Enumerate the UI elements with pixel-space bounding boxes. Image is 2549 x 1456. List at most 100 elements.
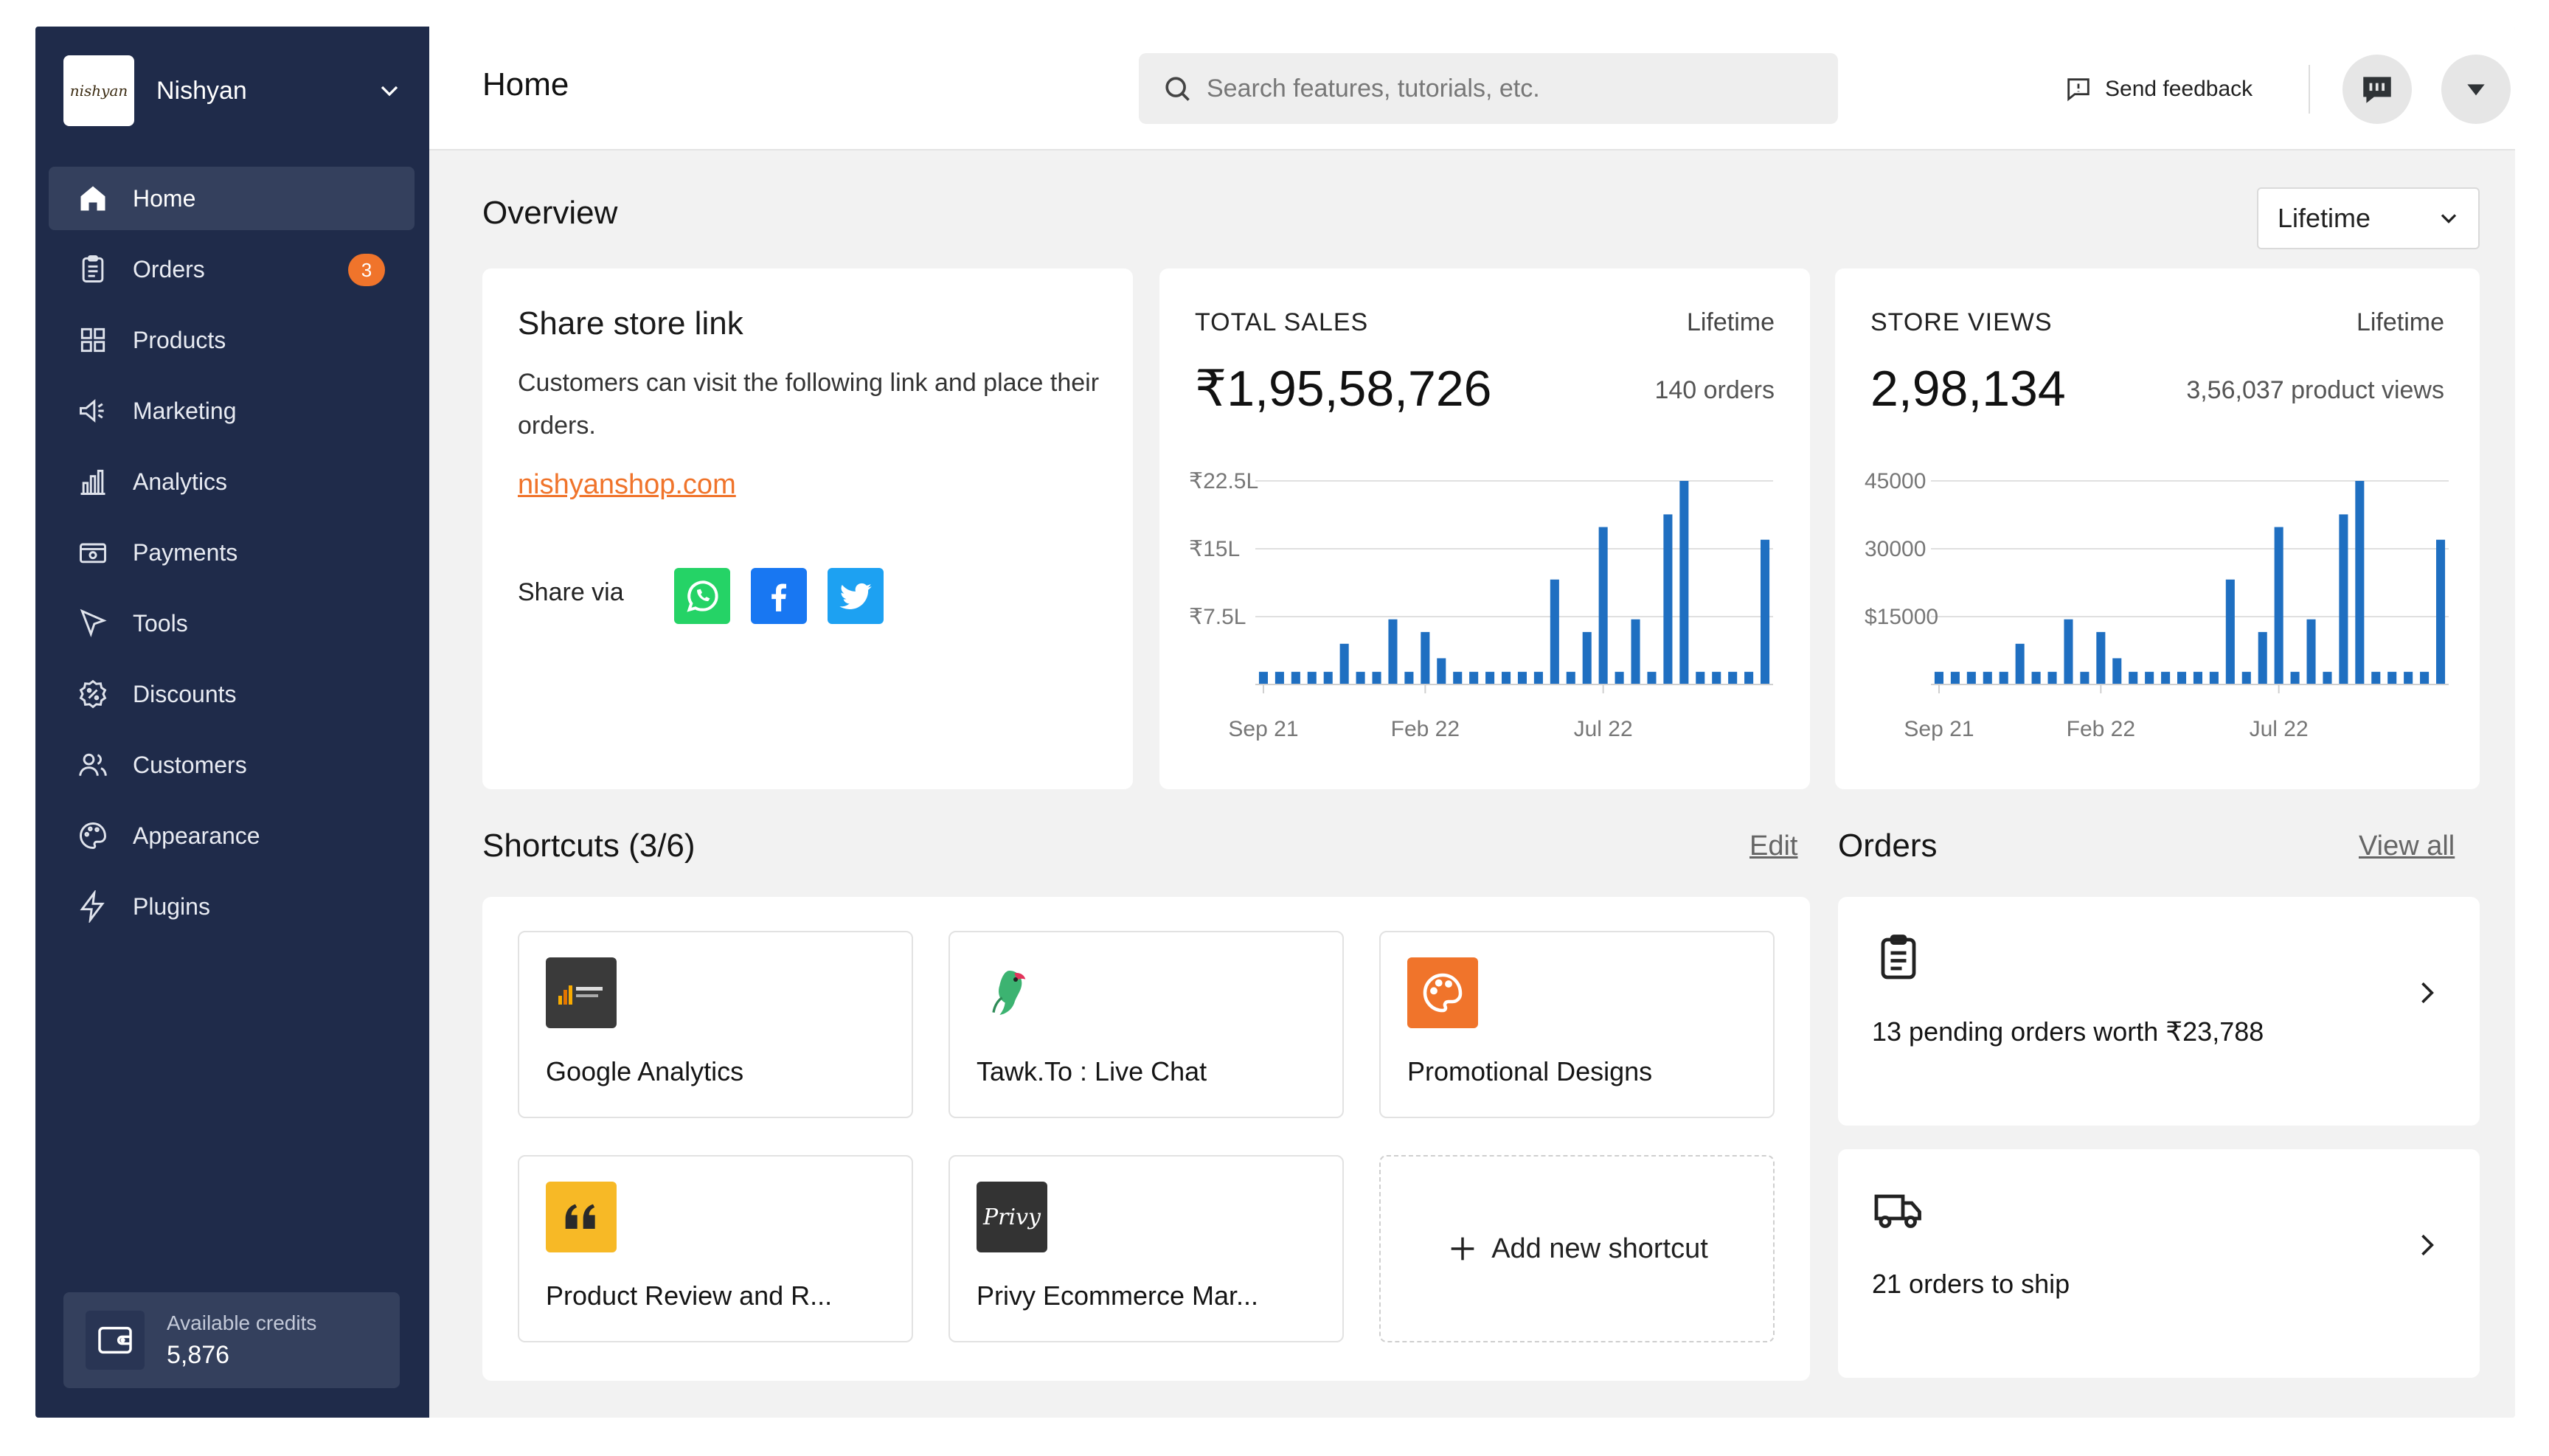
bar bbox=[2306, 619, 2316, 684]
y-tick-label: 45000 bbox=[1865, 469, 1926, 493]
available-credits[interactable]: Available credits 5,876 bbox=[63, 1292, 400, 1388]
sidebar-item-label: Discounts bbox=[133, 680, 237, 707]
chevron-right-icon bbox=[2421, 1234, 2434, 1256]
clipboard-icon bbox=[1881, 935, 1916, 980]
bar bbox=[2129, 671, 2138, 684]
sidebar-item-plugins[interactable]: Plugins bbox=[49, 875, 415, 938]
sidebar-item-tools[interactable]: Tools bbox=[49, 592, 415, 655]
edit-shortcuts-link[interactable]: Edit bbox=[1749, 831, 1797, 862]
bar bbox=[1728, 671, 1738, 684]
store-link[interactable]: nishyanshop.com bbox=[518, 469, 736, 501]
whatsapp-icon bbox=[687, 580, 718, 612]
bar bbox=[2193, 671, 2203, 684]
bar bbox=[1550, 579, 1559, 684]
share-store-card: Share store link Customers can visit the… bbox=[482, 268, 1133, 789]
bar bbox=[2355, 481, 2365, 684]
palette-icon bbox=[1407, 957, 1478, 1028]
whatsapp-share-button[interactable] bbox=[674, 568, 730, 624]
orders-to-ship-card[interactable]: 21 orders to ship bbox=[1838, 1149, 2480, 1378]
bar bbox=[1966, 671, 1976, 684]
facebook-share-button[interactable] bbox=[751, 568, 807, 624]
sidebar: nishyan Nishyan Home Orders 3 Products M… bbox=[35, 27, 429, 1418]
bar bbox=[2371, 671, 2381, 684]
send-feedback-label: Send feedback bbox=[2105, 77, 2253, 101]
bar bbox=[1437, 658, 1446, 684]
sidebar-item-label: Customers bbox=[133, 751, 247, 778]
bar bbox=[1999, 671, 2008, 684]
bottom-fade bbox=[429, 1381, 2515, 1418]
x-tick-label: Feb 22 bbox=[2067, 717, 2135, 741]
add-new-shortcut-button[interactable]: Add new shortcut bbox=[1379, 1155, 1775, 1342]
add-new-shortcut-label: Add new shortcut bbox=[1491, 1233, 1708, 1264]
shortcut-product-review[interactable]: Product Review and R... bbox=[518, 1155, 913, 1342]
bar bbox=[2339, 514, 2348, 684]
bar bbox=[2031, 671, 2041, 684]
bar bbox=[1258, 671, 1269, 684]
bar bbox=[2112, 658, 2122, 684]
share-via-label: Share via bbox=[518, 578, 624, 606]
sidebar-item-label: Marketing bbox=[133, 397, 237, 424]
twitter-share-button[interactable] bbox=[828, 568, 884, 624]
period-select-value: Lifetime bbox=[2278, 203, 2371, 233]
sidebar-nav: Home Orders 3 Products Marketing Analyti… bbox=[49, 167, 415, 946]
period-select[interactable]: Lifetime bbox=[2257, 187, 2480, 249]
store-logo: nishyan bbox=[63, 55, 134, 126]
orders-count-badge: 3 bbox=[348, 254, 385, 286]
account-menu-button[interactable] bbox=[2441, 55, 2511, 124]
shortcut-privy[interactable]: Privy Privy Ecommerce Mar... bbox=[948, 1155, 1344, 1342]
bar bbox=[2096, 631, 2106, 684]
x-tick-label: Feb 22 bbox=[1391, 717, 1460, 741]
total-sales-chart: ₹22.5L ₹15L ₹7.5L Sep 21 Feb 22 Jul 22 bbox=[1189, 469, 1773, 741]
bar bbox=[1647, 671, 1657, 684]
sidebar-item-label: Appearance bbox=[133, 822, 260, 849]
search-box[interactable] bbox=[1139, 53, 1838, 124]
pending-orders-card[interactable]: 13 pending orders worth ₹23,788 bbox=[1838, 897, 2480, 1126]
sidebar-item-customers[interactable]: Customers bbox=[49, 733, 415, 797]
store-views-label: STORE VIEWS bbox=[1870, 308, 2053, 336]
shortcuts-panel: Google Analytics Tawk.To : Live Chat Pro… bbox=[482, 897, 1810, 1381]
total-sales-value: ₹1,95,58,726 bbox=[1195, 361, 1492, 417]
bar bbox=[2420, 671, 2430, 684]
sidebar-item-analytics[interactable]: Analytics bbox=[49, 450, 415, 513]
sidebar-item-products[interactable]: Products bbox=[49, 308, 415, 372]
shortcut-google-analytics[interactable]: Google Analytics bbox=[518, 931, 913, 1118]
bar bbox=[2387, 671, 2397, 684]
bar bbox=[1517, 671, 1527, 684]
chat-button[interactable] bbox=[2342, 55, 2412, 124]
sidebar-item-orders[interactable]: Orders 3 bbox=[49, 238, 415, 301]
feedback-icon bbox=[2067, 78, 2090, 102]
sidebar-item-label: Home bbox=[133, 184, 196, 212]
sidebar-item-marketing[interactable]: Marketing bbox=[49, 379, 415, 443]
bar bbox=[1469, 671, 1479, 684]
y-tick-label: 30000 bbox=[1865, 537, 1926, 561]
sidebar-item-payments[interactable]: Payments bbox=[49, 521, 415, 584]
bar bbox=[1356, 671, 1365, 684]
sidebar-item-appearance[interactable]: Appearance bbox=[49, 804, 415, 867]
payments-icon bbox=[80, 543, 106, 564]
shortcut-label: Tawk.To : Live Chat bbox=[977, 1056, 1207, 1086]
sidebar-item-home[interactable]: Home bbox=[49, 167, 415, 230]
caret-down-icon bbox=[2467, 84, 2485, 96]
sidebar-item-discounts[interactable]: Discounts bbox=[49, 662, 415, 726]
quote-icon bbox=[546, 1182, 617, 1252]
store-switcher[interactable]: nishyan Nishyan bbox=[63, 55, 404, 127]
cursor-icon bbox=[80, 609, 107, 638]
bar bbox=[1566, 671, 1575, 684]
search-input[interactable] bbox=[1207, 74, 1811, 103]
chat-icon bbox=[2363, 77, 2391, 103]
share-store-title: Share store link bbox=[518, 305, 743, 342]
view-all-orders-link[interactable]: View all bbox=[2359, 831, 2455, 862]
total-sales-card: TOTAL SALES Lifetime ₹1,95,58,726 140 or… bbox=[1159, 268, 1810, 789]
chevron-down-icon bbox=[381, 86, 398, 97]
bar bbox=[1323, 671, 1333, 684]
clipboard-icon bbox=[82, 255, 104, 282]
bar bbox=[1663, 514, 1673, 684]
send-feedback-button[interactable]: Send feedback bbox=[2064, 63, 2253, 115]
shortcut-tawk-to[interactable]: Tawk.To : Live Chat bbox=[948, 931, 1344, 1118]
truck-icon bbox=[1874, 1194, 1921, 1228]
shortcut-promotional-designs[interactable]: Promotional Designs bbox=[1379, 931, 1775, 1118]
megaphone-icon bbox=[80, 399, 104, 423]
bar bbox=[1404, 671, 1414, 684]
overview-title: Overview bbox=[482, 195, 618, 231]
bar bbox=[1533, 671, 1543, 684]
